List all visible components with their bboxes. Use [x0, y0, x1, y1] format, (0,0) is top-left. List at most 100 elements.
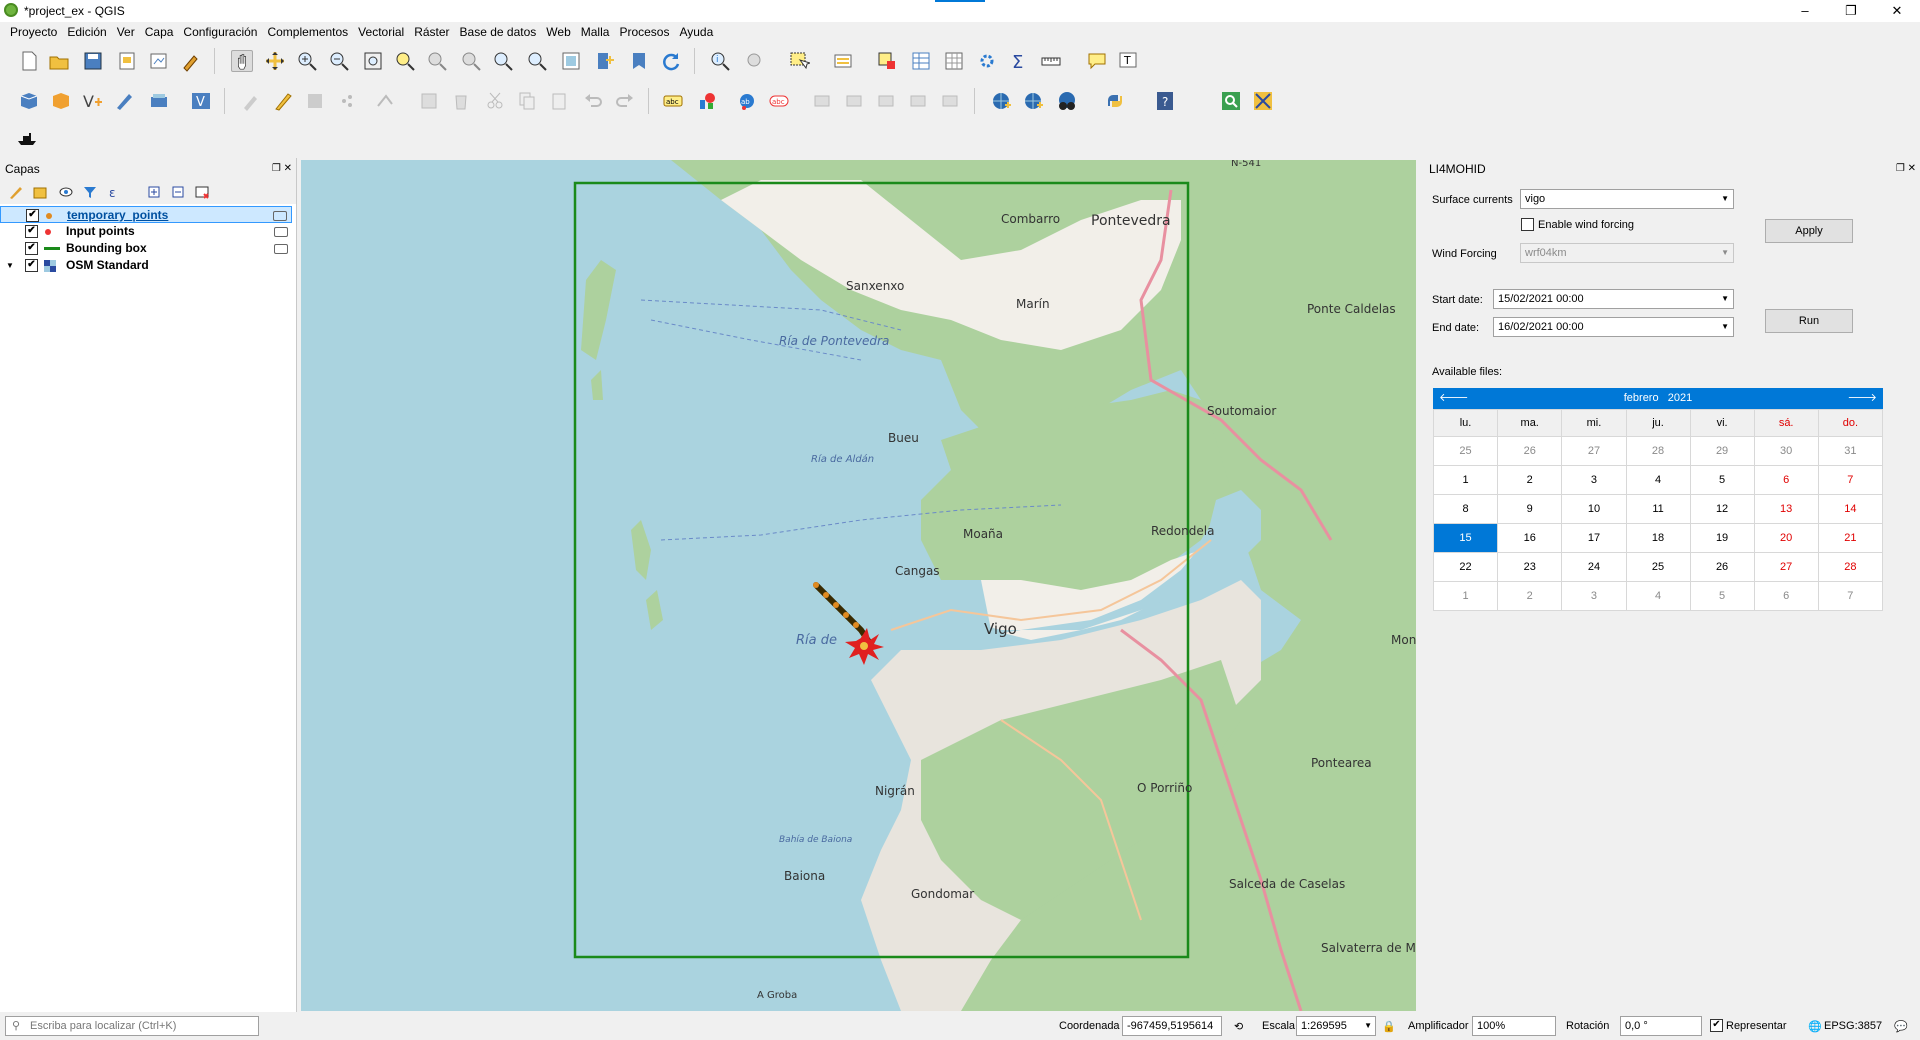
- attribute-table-icon[interactable]: [910, 50, 932, 72]
- next-month-arrow-icon[interactable]: 🡒: [1848, 388, 1878, 409]
- toggle-extents-icon[interactable]: ⟲: [1234, 1020, 1243, 1033]
- undo-icon[interactable]: [582, 90, 604, 112]
- calendar-day[interactable]: 3: [1561, 581, 1627, 611]
- calendar-day[interactable]: 1: [1432, 581, 1499, 611]
- calendar-day[interactable]: 12: [1689, 494, 1755, 524]
- layer-diagram-icon[interactable]: [696, 90, 718, 112]
- run-button[interactable]: Run: [1765, 309, 1853, 333]
- new-geopackage-layer-icon[interactable]: [50, 90, 72, 112]
- paste-features-icon[interactable]: [548, 90, 570, 112]
- virtual-layer-icon[interactable]: V: [190, 90, 212, 112]
- save-project-icon[interactable]: [82, 50, 104, 72]
- layer-row-bounding-box[interactable]: ✔ Bounding box: [0, 240, 292, 257]
- toggle-editing-icon[interactable]: [272, 90, 294, 112]
- calendar-day[interactable]: 26: [1497, 436, 1563, 466]
- layer-row-input-points[interactable]: ✔ Input points: [0, 223, 292, 240]
- calendar-day[interactable]: 16: [1497, 523, 1563, 553]
- style-manager-icon[interactable]: [180, 50, 202, 72]
- calendar-day[interactable]: 31: [1817, 436, 1884, 466]
- help-icon[interactable]: ?: [1154, 90, 1176, 112]
- calendar-day[interactable]: 20: [1753, 523, 1819, 553]
- show-hide-labels-icon[interactable]: [812, 90, 834, 112]
- menu-raster[interactable]: Ráster: [409, 22, 454, 42]
- calendar-day[interactable]: 25: [1625, 552, 1691, 582]
- coordinate-field[interactable]: -967459,5195614: [1122, 1016, 1222, 1036]
- menu-web[interactable]: Web: [541, 22, 575, 42]
- metasearch-icon[interactable]: [1056, 90, 1078, 112]
- scale-combo[interactable]: 1:269595 ▼: [1296, 1016, 1376, 1036]
- layer-labeling-icon[interactable]: abc: [662, 90, 684, 112]
- calendar-day[interactable]: 26: [1689, 552, 1755, 582]
- apply-button[interactable]: Apply: [1765, 219, 1853, 243]
- new-print-layout-icon[interactable]: [116, 50, 138, 72]
- new-spatialite-layer-icon[interactable]: [114, 90, 136, 112]
- calendar-day[interactable]: 6: [1753, 465, 1819, 495]
- add-point-feature-icon[interactable]: [336, 90, 358, 112]
- add-wms-layer-icon[interactable]: [990, 90, 1012, 112]
- select-features-icon[interactable]: [788, 50, 810, 72]
- chevron-down-icon[interactable]: ▼: [1721, 318, 1729, 336]
- layer-indicator-icon[interactable]: [274, 227, 288, 237]
- filter-legend-icon[interactable]: [82, 184, 98, 200]
- select-by-value-icon[interactable]: [832, 50, 854, 72]
- vertex-tool-icon[interactable]: [374, 90, 396, 112]
- locator-search-input[interactable]: ⚲ Escriba para localizar (Ctrl+K): [5, 1016, 259, 1036]
- layout-manager-icon[interactable]: [148, 50, 170, 72]
- statistics-icon[interactable]: Σ: [1008, 50, 1030, 72]
- zoom-native-icon[interactable]: [460, 50, 482, 72]
- calendar-day[interactable]: 19: [1689, 523, 1755, 553]
- calendar-day[interactable]: 1: [1432, 465, 1499, 495]
- zoom-in-icon[interactable]: [296, 50, 318, 72]
- calendar-day[interactable]: 25: [1432, 436, 1499, 466]
- copy-features-icon[interactable]: [516, 90, 538, 112]
- add-wfs-layer-icon[interactable]: [1022, 90, 1044, 112]
- close-button[interactable]: ✕: [1874, 0, 1920, 22]
- label-properties-icon[interactable]: [940, 90, 962, 112]
- new-project-icon[interactable]: [18, 50, 40, 72]
- end-date-input[interactable]: 16/02/2021 00:00 ▼: [1493, 317, 1734, 337]
- data-source-manager-icon[interactable]: [18, 90, 40, 112]
- expand-all-icon[interactable]: [146, 184, 162, 200]
- calendar-day[interactable]: 28: [1625, 436, 1691, 466]
- calendar-day[interactable]: 14: [1817, 494, 1884, 524]
- highlight-pinned-labels-icon[interactable]: ab: [736, 90, 758, 112]
- surface-currents-select[interactable]: vigo ▼: [1520, 189, 1734, 209]
- menu-ver[interactable]: Ver: [112, 22, 140, 42]
- calendar-day[interactable]: 11: [1625, 494, 1691, 524]
- menu-procesos[interactable]: Procesos: [614, 22, 674, 42]
- pin-labels-icon[interactable]: abc: [768, 90, 790, 112]
- zoom-to-selection-icon[interactable]: [394, 50, 416, 72]
- layer-row-osm-standard[interactable]: ▼ ✔ OSM Standard: [0, 257, 292, 274]
- plugin-search-icon[interactable]: [1220, 90, 1242, 112]
- calendar-day[interactable]: 5: [1689, 465, 1755, 495]
- zoom-next-icon[interactable]: [526, 50, 548, 72]
- layer-name[interactable]: OSM Standard: [66, 257, 149, 274]
- run-feature-action-icon[interactable]: [744, 50, 766, 72]
- current-edits-icon[interactable]: [240, 90, 262, 112]
- layer-row-temporary-points[interactable]: ✔ temporary_points: [0, 206, 292, 223]
- toolbox-icon[interactable]: [976, 50, 998, 72]
- magnifier-spinbox[interactable]: 100%: [1472, 1016, 1556, 1036]
- change-label-icon[interactable]: [908, 90, 930, 112]
- calendar-day[interactable]: 29: [1689, 436, 1755, 466]
- map-tips-icon[interactable]: [1086, 50, 1108, 72]
- map-render[interactable]: Pontevedra Combarro Sanxenxo Marín Ría d…: [301, 160, 1416, 1011]
- li4mohid-plugin-icon[interactable]: [1252, 90, 1274, 112]
- open-project-icon[interactable]: [48, 50, 70, 72]
- menu-base-de-datos[interactable]: Base de datos: [455, 22, 542, 42]
- field-calculator-icon[interactable]: [943, 50, 965, 72]
- menu-vectorial[interactable]: Vectorial: [353, 22, 409, 42]
- new-temporary-layer-icon[interactable]: [148, 90, 170, 112]
- panel-dock-buttons[interactable]: ❐ ✕: [272, 163, 292, 174]
- calendar-day[interactable]: 28: [1817, 552, 1884, 582]
- maximize-button[interactable]: ❐: [1828, 0, 1874, 22]
- expand-arrow-icon[interactable]: ▼: [6, 257, 14, 274]
- layer-visibility-checkbox[interactable]: ✔: [26, 209, 39, 222]
- menu-edicion[interactable]: Edición: [62, 22, 111, 42]
- layer-visibility-checkbox[interactable]: ✔: [25, 225, 38, 238]
- python-console-icon[interactable]: [1104, 90, 1126, 112]
- identify-features-icon[interactable]: i: [709, 50, 731, 72]
- calendar-day[interactable]: 13: [1753, 494, 1819, 524]
- panel-dock-buttons[interactable]: ❐ ✕: [1896, 163, 1916, 174]
- minimize-button[interactable]: –: [1782, 0, 1828, 22]
